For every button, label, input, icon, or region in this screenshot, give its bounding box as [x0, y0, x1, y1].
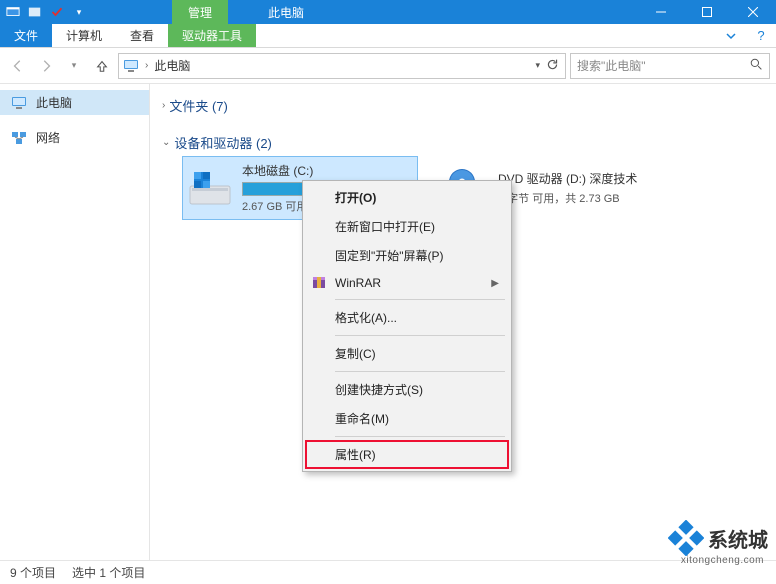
cm-rename[interactable]: 重命名(M) [305, 404, 509, 433]
status-bar: 9 个项目 选中 1 个项目 [0, 560, 776, 584]
pc-icon [10, 96, 28, 110]
nav-pane: 此电脑 网络 [0, 84, 150, 560]
cm-format[interactable]: 格式化(A)... [305, 303, 509, 332]
cm-label: WinRAR [335, 276, 381, 290]
close-button[interactable] [730, 0, 776, 24]
titlebar: ▾ 管理 此电脑 [0, 0, 776, 24]
cm-separator [335, 371, 505, 372]
cm-copy[interactable]: 复制(C) [305, 339, 509, 368]
nav-back-button[interactable] [6, 54, 30, 78]
address-bar[interactable]: › 此电脑 ▾ [118, 53, 566, 79]
winrar-icon [311, 275, 327, 291]
sys-icon[interactable] [4, 3, 22, 21]
maximize-button[interactable] [684, 0, 730, 24]
pc-icon [121, 56, 141, 76]
cm-winrar[interactable]: WinRAR ▶ [305, 270, 509, 296]
watermark: 系统城 [668, 520, 768, 556]
logo-icon [668, 520, 704, 556]
group-label: 文件夹 (7) [169, 96, 228, 115]
sidebar-item-label: 网络 [36, 129, 60, 146]
cm-properties[interactable]: 属性(R) [305, 440, 509, 469]
folder-icon[interactable] [26, 3, 44, 21]
sidebar-item-this-pc[interactable]: 此电脑 [0, 90, 149, 115]
nav-row: ▾ › 此电脑 ▾ 搜索"此电脑" [0, 48, 776, 84]
group-header-drives[interactable]: ⌄ 设备和驱动器 (2) [162, 129, 764, 156]
check-icon[interactable] [48, 3, 66, 21]
minimize-button[interactable] [638, 0, 684, 24]
cm-open-new-window[interactable]: 在新窗口中打开(E) [305, 212, 509, 241]
cm-separator [335, 299, 505, 300]
group-header-folders[interactable]: › 文件夹 (7) [162, 92, 764, 119]
breadcrumb[interactable]: 此电脑 [148, 57, 196, 74]
contextual-tab[interactable]: 管理 [172, 0, 228, 24]
cm-create-shortcut[interactable]: 创建快捷方式(S) [305, 375, 509, 404]
drive-free-text: 0 字节 可用，共 2.73 GB [498, 190, 637, 206]
window-controls [638, 0, 776, 24]
tab-view[interactable]: 查看 [116, 24, 168, 47]
tab-file[interactable]: 文件 [0, 24, 52, 47]
sidebar-item-label: 此电脑 [36, 94, 72, 111]
sidebar-item-network[interactable]: 网络 [0, 125, 149, 150]
nav-history-dropdown[interactable]: ▾ [62, 54, 86, 78]
submenu-arrow-icon: ▶ [491, 278, 499, 289]
watermark-text: 系统城 [708, 524, 768, 553]
search-placeholder: 搜索"此电脑" [577, 57, 646, 74]
status-item-count: 9 个项目 [10, 564, 56, 581]
chevron-down-icon: ⌄ [162, 137, 170, 148]
chevron-right-icon: › [162, 100, 165, 111]
cm-separator [335, 335, 505, 336]
cm-pin-start[interactable]: 固定到"开始"屏幕(P) [305, 241, 509, 270]
cm-separator [335, 436, 505, 437]
disk-icon [188, 168, 232, 208]
help-icon[interactable]: ? [746, 24, 776, 47]
network-icon [10, 131, 28, 145]
drive-name: 本地磁盘 (C:) [242, 162, 412, 179]
ribbon-expand-icon[interactable] [716, 24, 746, 47]
search-icon[interactable] [750, 58, 763, 74]
search-input[interactable]: 搜索"此电脑" [570, 53, 770, 79]
status-selected-count: 选中 1 个项目 [72, 564, 145, 581]
cm-open[interactable]: 打开(O) [305, 183, 509, 212]
watermark-sub: xitongcheng.com [681, 555, 764, 566]
window-title: 此电脑 [268, 4, 304, 21]
nav-up-button[interactable] [90, 54, 114, 78]
ribbon-tabs: 文件 计算机 查看 驱动器工具 ? [0, 24, 776, 48]
qat-dropdown-icon[interactable]: ▾ [70, 3, 88, 21]
qat: ▾ [0, 3, 92, 21]
context-menu: 打开(O) 在新窗口中打开(E) 固定到"开始"屏幕(P) WinRAR ▶ 格… [302, 180, 512, 472]
nav-forward-button[interactable] [34, 54, 58, 78]
tab-drive-tools[interactable]: 驱动器工具 [168, 24, 256, 47]
address-dropdown-icon[interactable]: ▾ [535, 60, 540, 71]
refresh-icon[interactable] [546, 58, 559, 74]
tab-computer[interactable]: 计算机 [52, 24, 116, 47]
group-folders: › 文件夹 (7) [162, 92, 764, 119]
drive-name: DVD 驱动器 (D:) 深度技术 [498, 170, 637, 187]
group-label: 设备和驱动器 (2) [174, 133, 272, 152]
